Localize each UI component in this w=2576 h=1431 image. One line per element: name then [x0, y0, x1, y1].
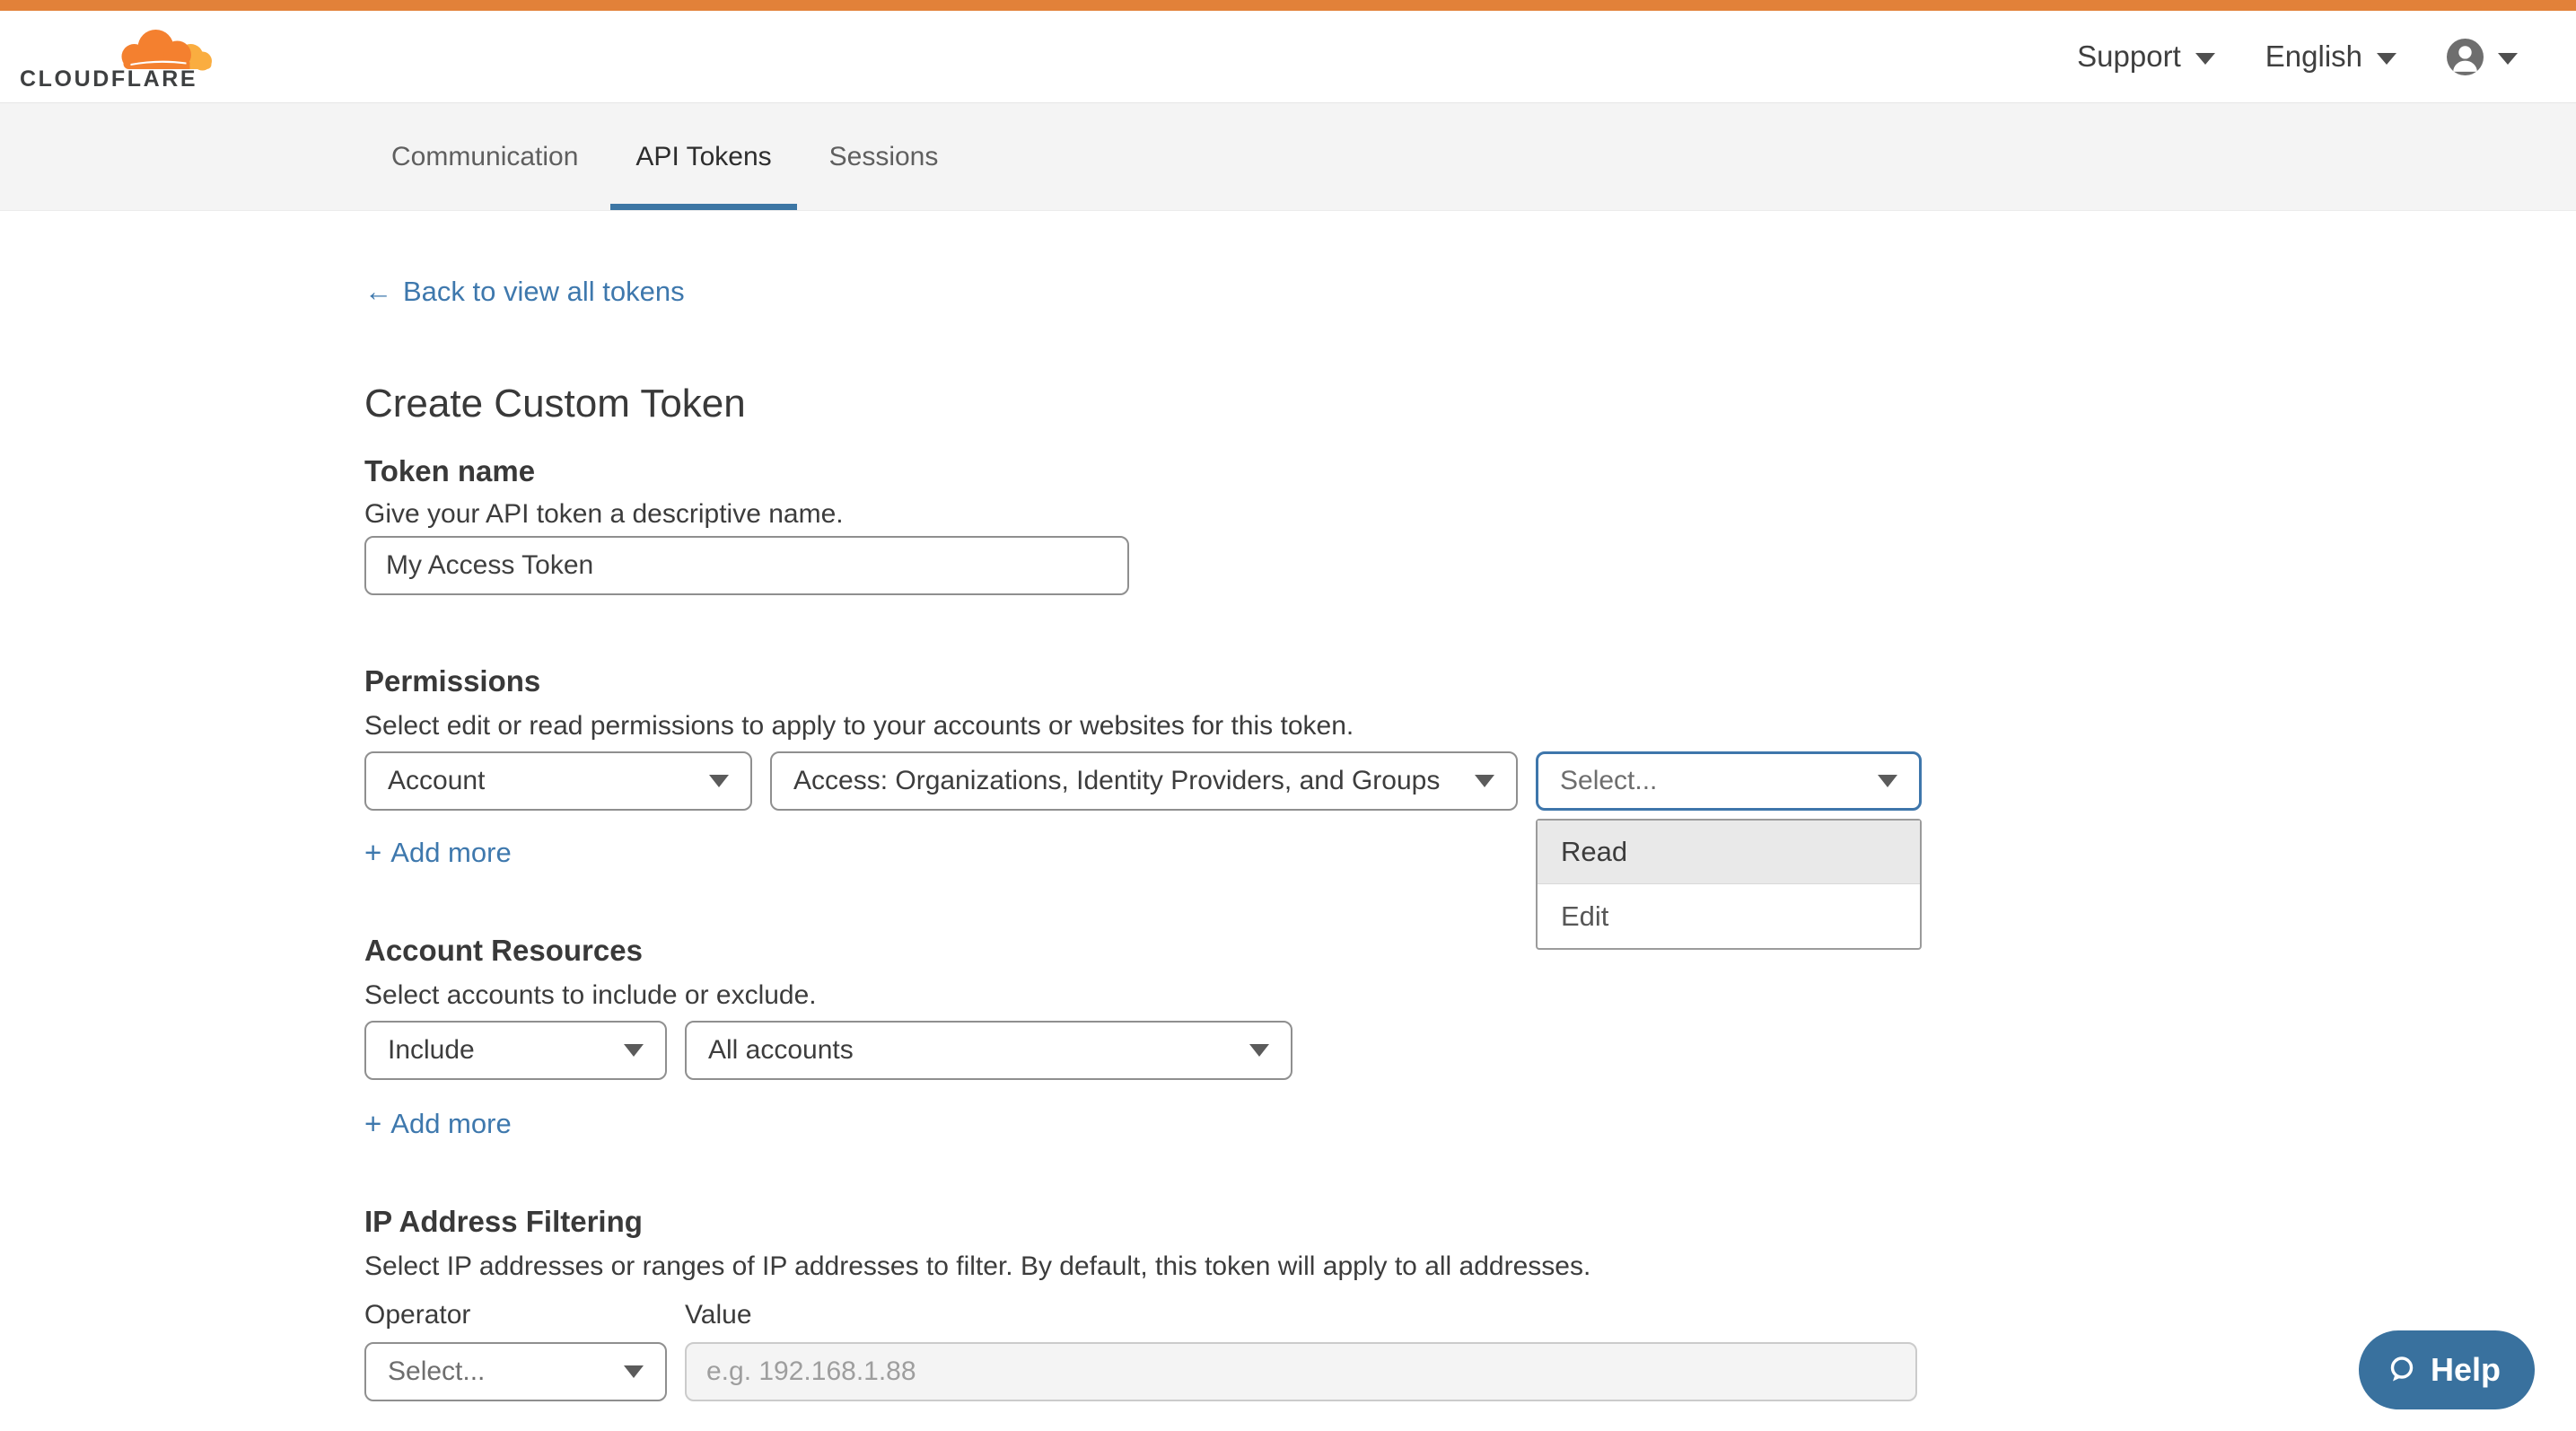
account-menu[interactable]	[2447, 39, 2518, 75]
chevron-down-icon	[709, 775, 729, 787]
tab-sessions[interactable]: Sessions	[804, 103, 964, 210]
back-to-tokens-link[interactable]: ← Back to view all tokens	[364, 274, 685, 310]
header-right: Support English	[2077, 39, 2518, 75]
top-accent-bar	[0, 0, 2576, 11]
tab-communication[interactable]: Communication	[366, 103, 603, 210]
option-label: Read	[1561, 836, 1627, 868]
chevron-down-icon	[2377, 53, 2396, 65]
chevron-down-icon	[624, 1044, 644, 1057]
ip-filtering-heading: IP Address Filtering	[364, 1204, 2576, 1240]
help-button[interactable]: Help	[2359, 1330, 2535, 1409]
page-title: Create Custom Token	[364, 382, 2576, 426]
language-menu-label: English	[2265, 40, 2362, 74]
chevron-down-icon	[1249, 1044, 1269, 1057]
avatar-icon	[2447, 39, 2484, 75]
chevron-down-icon	[1475, 775, 1494, 787]
resource-mode-value: Include	[388, 1035, 475, 1066]
value-label: Value	[685, 1299, 752, 1331]
option-label: Edit	[1561, 900, 1608, 933]
permission-access-value: Select...	[1560, 766, 1657, 796]
support-menu[interactable]: Support	[2077, 40, 2215, 74]
plus-icon: +	[364, 836, 381, 870]
tab-label: Communication	[391, 142, 578, 172]
dropdown-option-edit[interactable]: Edit	[1538, 884, 1920, 948]
ip-filtering-labels: Operator Value	[364, 1299, 2576, 1331]
cloudflare-logo[interactable]: CLOUDFLARE	[20, 19, 215, 94]
ip-operator-value: Select...	[388, 1356, 485, 1387]
token-name-heading: Token name	[364, 453, 2576, 489]
account-resources-row: Include All accounts	[364, 1021, 2576, 1080]
resource-accounts-select[interactable]: All accounts	[685, 1021, 1292, 1080]
chevron-down-icon	[2195, 53, 2215, 65]
permissions-row: Account Access: Organizations, Identity …	[364, 751, 2576, 811]
resources-add-more-button[interactable]: + Add more	[364, 1107, 512, 1141]
permission-group-value: Access: Organizations, Identity Provider…	[793, 766, 1440, 796]
cloudflare-dashboard: CLOUDFLARE Support English	[0, 0, 2576, 1431]
add-more-label: Add more	[390, 836, 511, 870]
chat-bubble-icon	[2386, 1355, 2416, 1385]
chevron-down-icon	[2498, 53, 2518, 65]
create-token-form: ← Back to view all tokens Create Custom …	[0, 211, 2576, 1401]
tab-label: Sessions	[829, 142, 939, 172]
support-menu-label: Support	[2077, 40, 2181, 74]
token-name-description: Give your API token a descriptive name.	[364, 498, 2576, 531]
account-resources-description: Select accounts to include or exclude.	[364, 979, 2576, 1012]
help-button-label: Help	[2431, 1351, 2501, 1389]
ip-operator-select[interactable]: Select...	[364, 1342, 667, 1401]
cloudflare-cloud-icon	[115, 21, 214, 73]
access-dropdown-menu: Read Edit	[1536, 819, 1922, 950]
chevron-down-icon	[1878, 775, 1897, 787]
add-more-label: Add more	[390, 1107, 511, 1141]
back-link-label: Back to view all tokens	[403, 274, 685, 310]
token-name-input[interactable]	[364, 536, 1129, 595]
ip-filtering-row: Select...	[364, 1342, 2576, 1401]
left-arrow-icon: ←	[364, 274, 392, 310]
language-menu[interactable]: English	[2265, 40, 2396, 74]
resource-accounts-value: All accounts	[708, 1035, 854, 1066]
resource-mode-select[interactable]: Include	[364, 1021, 667, 1080]
permissions-description: Select edit or read permissions to apply…	[364, 710, 2576, 742]
tab-api-tokens[interactable]: API Tokens	[610, 103, 796, 210]
permission-scope-value: Account	[388, 766, 485, 796]
profile-tabbar: Communication API Tokens Sessions	[0, 103, 2576, 211]
operator-label: Operator	[364, 1299, 685, 1331]
permission-access-select[interactable]: Select... Read Edit	[1536, 751, 1922, 811]
dropdown-option-read[interactable]: Read	[1538, 821, 1920, 884]
header: CLOUDFLARE Support English	[0, 11, 2576, 103]
chevron-down-icon	[624, 1365, 644, 1378]
permissions-add-more-button[interactable]: + Add more	[364, 836, 512, 870]
tab-label: API Tokens	[635, 142, 771, 172]
permission-scope-select[interactable]: Account	[364, 751, 752, 811]
ip-filtering-description: Select IP addresses or ranges of IP addr…	[364, 1251, 2576, 1283]
plus-icon: +	[364, 1107, 381, 1141]
account-resources-heading: Account Resources	[364, 933, 2576, 969]
ip-value-input[interactable]	[685, 1342, 1917, 1401]
cloudflare-wordmark: CLOUDFLARE	[20, 66, 197, 92]
permission-group-select[interactable]: Access: Organizations, Identity Provider…	[770, 751, 1518, 811]
permissions-heading: Permissions	[364, 663, 2576, 699]
